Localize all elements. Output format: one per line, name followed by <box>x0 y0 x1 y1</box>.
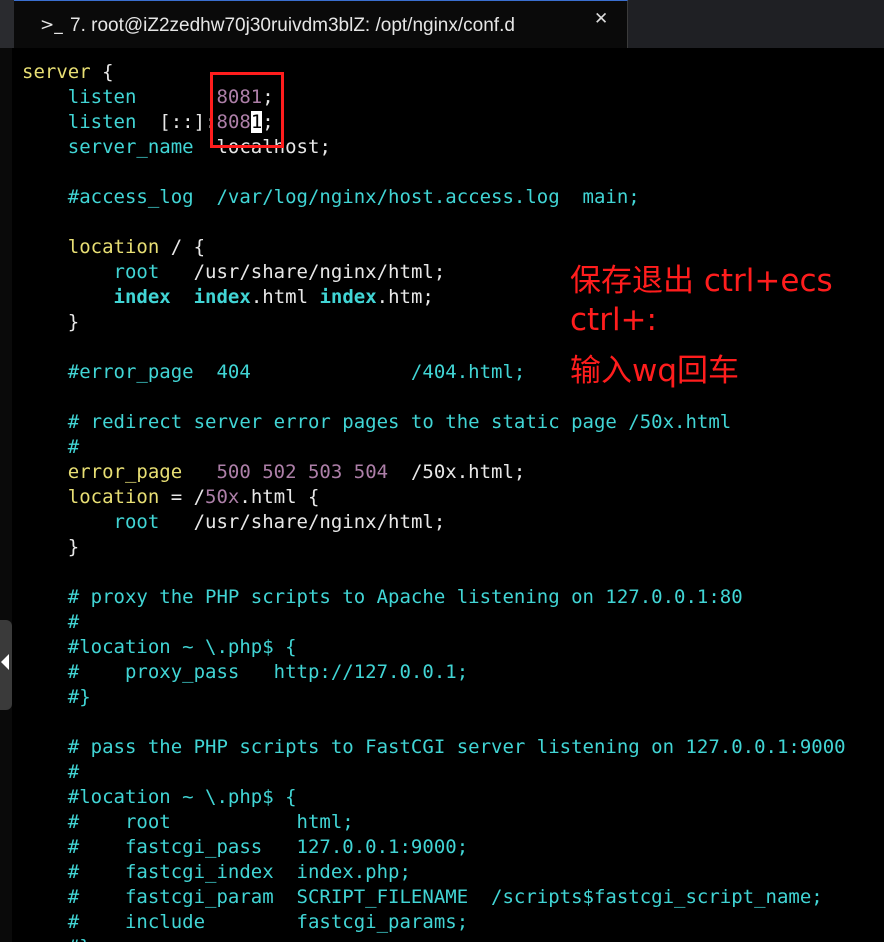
terminal-editor[interactable]: server { listen 8081; listen [::]:8081; … <box>12 48 884 942</box>
code-token: } <box>67 311 80 333</box>
code-token: /usr/share/nginx/html; <box>159 261 446 283</box>
code-line: # root html; <box>22 810 354 835</box>
code-line: # proxy the PHP scripts to Apache listen… <box>22 585 743 610</box>
code-line: location / { <box>22 235 205 260</box>
code-line: root /usr/share/nginx/html; <box>22 260 446 285</box>
code-token: error_page <box>67 461 183 483</box>
code-token: location <box>67 236 160 258</box>
code-comment: #} <box>68 936 91 942</box>
code-comment: #error_page 404 /404.html; <box>67 361 526 383</box>
code-token: .htm; <box>376 286 434 308</box>
code-token: index <box>193 286 251 308</box>
code-token: 500 502 503 504 <box>216 461 389 483</box>
code-token: index <box>113 286 171 308</box>
code-line: # proxy_pass http://127.0.0.1; <box>22 660 468 685</box>
close-icon[interactable]: ✕ <box>594 9 608 29</box>
terminal-tab[interactable]: >_ 7. root@iZ2zedhw70j30ruivdm3blZ: /opt… <box>14 0 628 48</box>
code-comment: #} <box>67 686 91 708</box>
code-token: location <box>67 486 160 508</box>
code-comment: #access_log /var/log/nginx/host.access.l… <box>67 186 640 208</box>
code-comment: # redirect server error pages to the sta… <box>67 411 732 433</box>
code-line: # fastcgi_index index.php; <box>22 860 411 885</box>
code-line: } <box>22 310 79 335</box>
code-line: error_page 500 502 503 504 /50x.html; <box>22 460 526 485</box>
code-token: server_name <box>67 136 194 158</box>
code-comment: # pass the PHP scripts to FastCGI server… <box>67 736 846 758</box>
code-line: #error_page 404 /404.html; <box>22 360 526 385</box>
code-line: location = /50x.html { <box>22 485 320 510</box>
code-token: { <box>90 61 114 83</box>
sidebar-toggle-handle[interactable] <box>0 620 12 710</box>
code-line: root /usr/share/nginx/html; <box>22 510 446 535</box>
code-line: server_name localhost; <box>22 135 331 160</box>
code-line: # include fastcgi_params; <box>22 910 468 935</box>
code-token: } <box>67 536 80 558</box>
tab-title: 7. root@iZ2zedhw70j30ruivdm3blZ: /opt/ng… <box>70 15 515 36</box>
code-line: #access_log /var/log/nginx/host.access.l… <box>22 185 640 210</box>
code-token: 50x <box>205 486 240 508</box>
annotation-ctrl-colon: ctrl+: <box>570 302 657 338</box>
code-token: .html { <box>239 486 320 508</box>
code-token: root <box>113 261 160 283</box>
code-comment: # <box>67 436 80 458</box>
code-comment: # <box>67 611 80 633</box>
code-comment: # proxy the PHP scripts to Apache listen… <box>67 586 743 608</box>
code-token: root <box>113 511 160 533</box>
code-line: #location ~ \.php$ { <box>22 785 297 810</box>
code-line: # pass the PHP scripts to FastCGI server… <box>22 735 846 760</box>
code-token: .html <box>250 286 320 308</box>
code-line: # fastcgi_param SCRIPT_FILENAME /scripts… <box>22 885 823 910</box>
code-token: listen <box>67 86 137 108</box>
code-line: #location ~ \.php$ { <box>22 635 297 660</box>
code-line: #} <box>22 685 91 710</box>
chevron-left-icon <box>1 654 9 670</box>
code-token: / { <box>159 236 206 258</box>
code-line: # <box>22 435 79 460</box>
terminal-prompt-icon: >_ <box>40 15 63 35</box>
code-token: /usr/share/nginx/html; <box>159 511 446 533</box>
code-line: # fastcgi_pass 127.0.0.1:9000; <box>22 835 468 860</box>
annotation-save-exit: 保存退出 ctrl+ecs <box>570 263 833 299</box>
code-line: # <box>22 610 79 635</box>
annotation-wq-enter: 输入wq回车 <box>570 353 740 389</box>
code-line: server { <box>22 60 114 85</box>
code-comment: #location ~ \.php$ { <box>67 786 297 808</box>
code-comment: # root html; <box>67 811 354 833</box>
code-comment: # fastcgi_index index.php; <box>67 861 411 883</box>
code-line: # <box>22 760 79 785</box>
code-line: #} <box>22 935 91 942</box>
code-comment: #location ~ \.php$ { <box>67 636 297 658</box>
code-comment: # proxy_pass http://127.0.0.1; <box>67 661 469 683</box>
code-comment: # include fastcgi_params; <box>67 911 469 933</box>
code-comment: # <box>67 761 80 783</box>
code-line: } <box>22 535 79 560</box>
code-token: /50x.html; <box>388 461 526 483</box>
code-token: [::]: <box>159 111 217 133</box>
code-line: # redirect server error pages to the sta… <box>22 410 731 435</box>
tab-bar: >_ 7. root@iZ2zedhw70j30ruivdm3blZ: /opt… <box>0 0 884 48</box>
code-line: index index.html index.htm; <box>22 285 434 310</box>
port-highlight-box <box>210 72 284 148</box>
code-token: index <box>319 286 377 308</box>
code-token: = / <box>159 486 206 508</box>
tab-bar-gutter <box>0 0 14 48</box>
code-comment: # fastcgi_param SCRIPT_FILENAME /scripts… <box>67 886 823 908</box>
code-token: server <box>22 61 91 83</box>
code-comment: # fastcgi_pass 127.0.0.1:9000; <box>67 836 469 858</box>
code-token: listen <box>67 111 137 133</box>
